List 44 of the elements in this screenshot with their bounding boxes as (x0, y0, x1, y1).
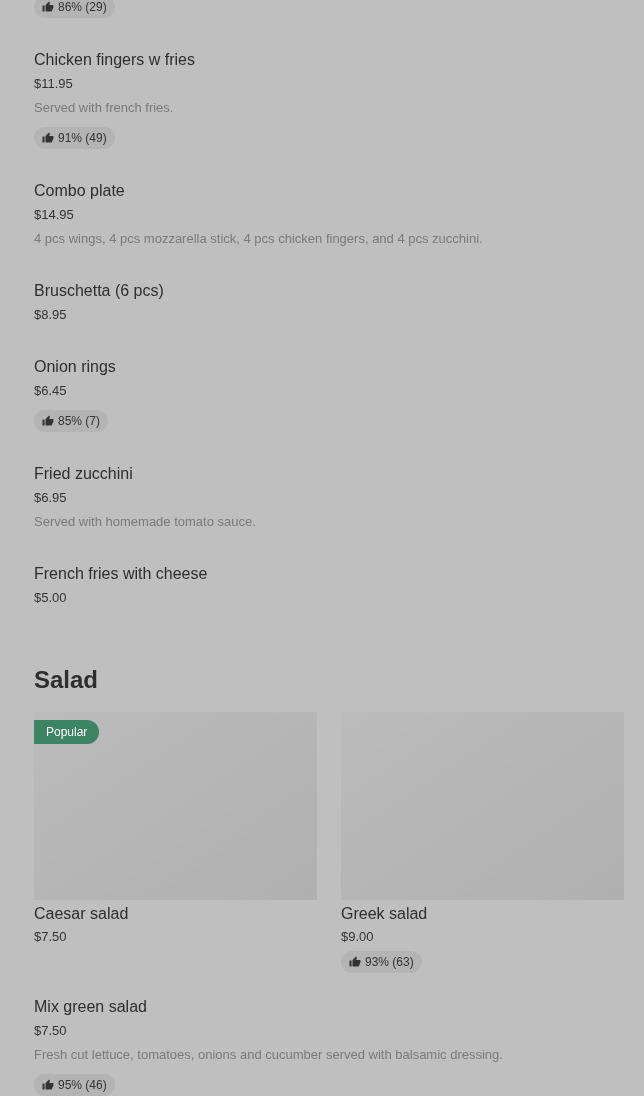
item-name: Chicken fingers w fries (34, 50, 195, 70)
rating-badge: 93% (63) (341, 951, 422, 973)
menu-item[interactable]: Chicken fingers w fries $11.95 Served with french fries. 91% (49) (34, 34, 624, 165)
menu-item[interactable]: Combo plate $14.95 4 pcs wings, 4 pcs mozzarella stick, 4 pcs chicken fingers, and 4 pcs zucchini. (34, 165, 624, 265)
rating-badge: 91% (49) (34, 127, 115, 149)
rating-badge: 86% (29) (34, 0, 115, 18)
menu-item[interactable]: French fries with cheese $5.00 (34, 548, 624, 624)
item-price: $14.95 (34, 206, 74, 224)
item-price: $5.00 (34, 589, 67, 607)
featured-item-card[interactable]: Greek salad $9.00 93% (63) (341, 712, 624, 973)
item-name: Caesar salad (34, 904, 129, 924)
menu-item[interactable]: Bruschetta (6 pcs) $8.95 (34, 265, 624, 341)
item-price: $7.50 (34, 1022, 67, 1040)
menu-item[interactable]: Onion rings $6.45 85% (7) (34, 341, 624, 448)
rating-badge: 85% (7) (34, 410, 109, 432)
item-price: $7.50 (34, 928, 67, 946)
item-description: Served with french fries. (34, 99, 174, 117)
menu-item[interactable]: 86% (29) (34, 0, 624, 34)
item-description: 4 pcs wings, 4 pcs mozzarella stick, 4 pcs chicken fingers, and 4 pcs zucchini. (34, 230, 483, 248)
item-name: Fried zucchini (34, 464, 133, 484)
thumbs-up-icon (42, 1079, 54, 1091)
popular-badge: Popular (34, 720, 100, 744)
menu-item[interactable]: Fried zucchini $6.95 Served with homemade tomato sauce. (34, 448, 624, 548)
item-name: French fries with cheese (34, 564, 208, 584)
item-name: Combo plate (34, 181, 125, 201)
item-description: Fresh cut lettuce, tomatoes, onions and cucumber served with balsamic dressing. (34, 1046, 503, 1064)
thumbs-up-icon (349, 956, 361, 968)
thumbs-up-icon (42, 1, 54, 13)
thumbs-up-icon (42, 132, 54, 144)
item-price: $9.00 (341, 928, 374, 946)
rating-badge: 95% (46) (34, 1074, 115, 1096)
item-price: $8.95 (34, 306, 67, 324)
item-name: Mix green salad (34, 997, 147, 1017)
item-name: Greek salad (341, 904, 428, 924)
thumbs-up-icon (42, 415, 54, 427)
item-description: Served with homemade tomato sauce. (34, 513, 256, 531)
menu-item[interactable]: Mix green salad $7.50 Fresh cut lettuce, tomatoes, onions and cucumber served with balsamic dressing. 95% (46) (34, 981, 624, 1096)
item-name: Bruschetta (6 pcs) (34, 281, 164, 301)
item-price: $6.45 (34, 382, 67, 400)
item-price: $6.95 (34, 489, 67, 507)
featured-item-card[interactable]: Popular Caesar salad $7.50 (34, 712, 317, 973)
section-heading: Salad (34, 665, 100, 695)
item-price: $11.95 (34, 75, 73, 93)
item-name: Onion rings (34, 357, 116, 377)
